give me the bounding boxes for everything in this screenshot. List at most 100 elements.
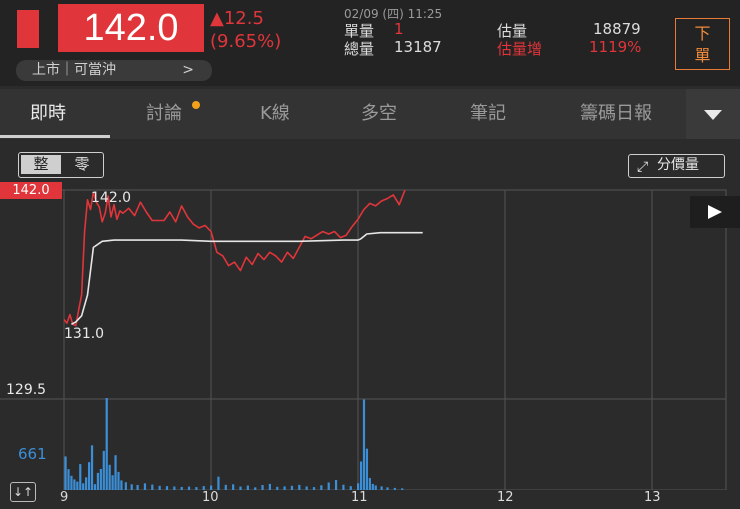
- expand-arrows-icon: ⤢: [637, 159, 649, 175]
- scroll-right-button[interactable]: [690, 196, 740, 228]
- volume-bar: [276, 486, 279, 490]
- volume-bar: [120, 480, 123, 490]
- volume-bar: [67, 469, 70, 490]
- volume-bar: [268, 483, 271, 490]
- estimated-increase-value: 1119%: [589, 38, 642, 56]
- volume-bar: [365, 448, 369, 490]
- volume-bar: [342, 484, 345, 490]
- volume-bar: [312, 487, 316, 490]
- volume-bar: [173, 486, 176, 490]
- volume-bar: [401, 488, 404, 490]
- volume-bar: [334, 479, 338, 490]
- volume-bar: [374, 485, 377, 490]
- tab-long-short[interactable]: 多空: [361, 89, 397, 139]
- x-tick-13: 13: [644, 490, 661, 505]
- tab-kline[interactable]: K線: [260, 89, 290, 139]
- new-badge-dot: [192, 101, 200, 109]
- tab-more-button[interactable]: [686, 89, 740, 139]
- volume-bar: [111, 475, 114, 490]
- volume-bar: [180, 486, 183, 490]
- volume-bar: [261, 484, 264, 490]
- current-price-tag: 142.0: [0, 182, 62, 199]
- volume-bar: [90, 445, 94, 490]
- chevron-right-icon: >: [182, 62, 194, 78]
- volume-bar: [362, 399, 366, 490]
- volume-bar: [371, 483, 374, 490]
- tab-notes[interactable]: 筆記: [470, 89, 506, 139]
- low-price-label: 131.0: [64, 326, 105, 342]
- volume-bar: [254, 487, 257, 490]
- volume-bar: [124, 482, 127, 490]
- volume-bar: [73, 479, 76, 490]
- price-volume-button[interactable]: ⤢ 分價量: [628, 154, 725, 178]
- volume-bar: [143, 483, 147, 490]
- volume-bar: [136, 484, 139, 490]
- toggle-whole-lot[interactable]: 整: [21, 155, 61, 174]
- active-tab-indicator: [0, 135, 110, 138]
- volume-bar: [102, 450, 105, 490]
- volume-bar: [320, 485, 323, 490]
- unit-volume-value: 1: [394, 20, 404, 38]
- price-change-percent: (9.65%): [210, 31, 282, 52]
- total-volume-label: 總量: [344, 40, 375, 58]
- volume-bar: [393, 487, 396, 490]
- x-tick-10: 10: [202, 490, 219, 505]
- x-tick-11: 11: [351, 490, 368, 505]
- limit-up-flag: [17, 10, 39, 48]
- tab-bar: 即時 討論 K線 多空 筆記 籌碼日報: [0, 89, 740, 139]
- x-tick-12: 12: [497, 490, 514, 505]
- volume-bar: [187, 486, 191, 490]
- current-price: 142.0: [58, 4, 204, 52]
- price-volume-label: 分價量: [657, 157, 699, 173]
- volume-bar: [117, 471, 120, 490]
- place-order-button[interactable]: 下 單: [675, 18, 730, 70]
- volume-bar: [99, 468, 102, 490]
- volume-bar: [108, 464, 111, 490]
- high-price-label: 142.0: [91, 190, 132, 206]
- volume-bar: [386, 487, 389, 490]
- volume-bar: [298, 484, 301, 490]
- average-price-line: [71, 231, 423, 326]
- toggle-odd-lot[interactable]: 零: [63, 155, 101, 174]
- play-icon: [708, 205, 722, 219]
- chart-frame: [63, 189, 727, 490]
- volume-bar: [195, 487, 198, 490]
- volume-bar: [76, 481, 79, 490]
- volume-bar: [64, 456, 67, 490]
- price-change: ▲12.5: [210, 8, 264, 29]
- intraday-chart[interactable]: [0, 180, 740, 490]
- tab-realtime[interactable]: 即時: [30, 89, 66, 139]
- volume-bar: [380, 486, 383, 490]
- volume-bar: [239, 486, 242, 490]
- volume-bar: [283, 486, 286, 490]
- volume-bar: [290, 485, 294, 490]
- volume-bar: [70, 475, 73, 490]
- volume-max-label: 661: [18, 445, 47, 463]
- x-tick-9: 9: [60, 490, 69, 505]
- volume-bar: [82, 483, 85, 490]
- volume-bar: [130, 484, 133, 490]
- volume-bar: [151, 484, 154, 490]
- tab-discussion[interactable]: 討論: [146, 89, 182, 139]
- volume-bar: [327, 482, 330, 490]
- market-tag[interactable]: 上市｜可當沖 >: [16, 60, 212, 81]
- volume-bar: [357, 483, 360, 490]
- volume-bar: [305, 486, 308, 490]
- price-axis-label: 129.5: [6, 382, 47, 398]
- volume-bar: [246, 485, 249, 490]
- market-tag-label: 上市｜可當沖: [32, 62, 116, 78]
- sort-toggle-button[interactable]: ↓↑: [10, 482, 36, 502]
- volume-bar: [217, 476, 220, 490]
- tab-chip-report[interactable]: 籌碼日報: [580, 89, 652, 139]
- volume-bar: [224, 484, 227, 490]
- price-line: [63, 189, 406, 327]
- volume-bar: [165, 486, 169, 490]
- estimated-increase-label: 估量增: [497, 40, 543, 58]
- volume-bar: [105, 398, 108, 490]
- volume-bar: [93, 484, 97, 490]
- total-volume-value: 13187: [394, 38, 442, 56]
- volume-bar: [85, 477, 88, 490]
- lot-toggle[interactable]: 整 零: [18, 152, 104, 178]
- volume-bar: [79, 464, 82, 490]
- volume-bar: [368, 478, 371, 490]
